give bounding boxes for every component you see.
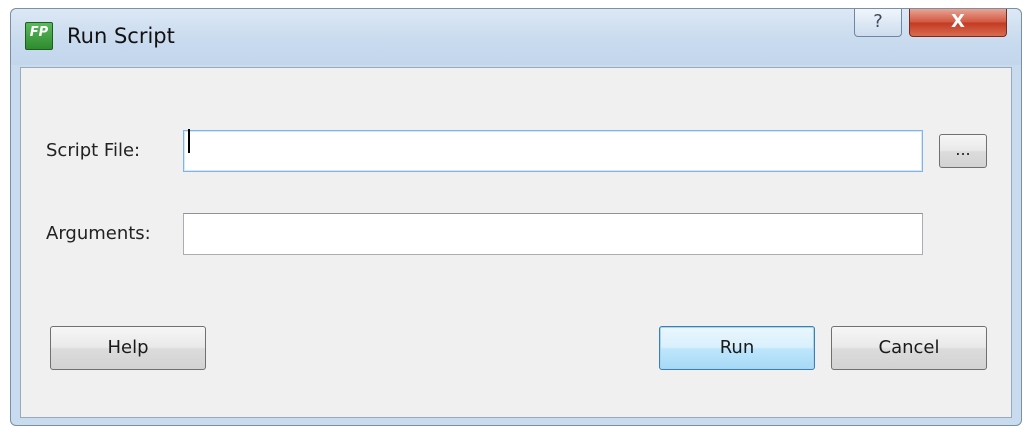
title-bar[interactable]: FP Run Script ? X: [11, 9, 1021, 65]
close-icon: X: [951, 11, 965, 32]
title-help-button[interactable]: ?: [854, 9, 902, 37]
window-title: Run Script: [67, 24, 175, 48]
script-file-label: Script File:: [46, 140, 141, 161]
close-button[interactable]: X: [909, 9, 1007, 37]
app-icon-text: FP: [29, 25, 49, 40]
run-script-dialog: FP Run Script ? X Script File: ... Argum…: [10, 8, 1022, 426]
script-file-input[interactable]: [183, 130, 923, 172]
run-button[interactable]: Run: [659, 326, 815, 370]
arguments-label: Arguments:: [46, 223, 151, 244]
fp-app-icon: FP: [25, 22, 53, 50]
text-caret: [188, 129, 190, 153]
dialog-body: Script File: ... Arguments: Help Run Can…: [20, 67, 1012, 418]
question-mark-icon: ?: [873, 11, 883, 32]
arguments-input[interactable]: [183, 213, 923, 255]
cancel-button[interactable]: Cancel: [831, 326, 987, 370]
browse-button[interactable]: ...: [939, 134, 987, 168]
help-button[interactable]: Help: [50, 326, 206, 370]
